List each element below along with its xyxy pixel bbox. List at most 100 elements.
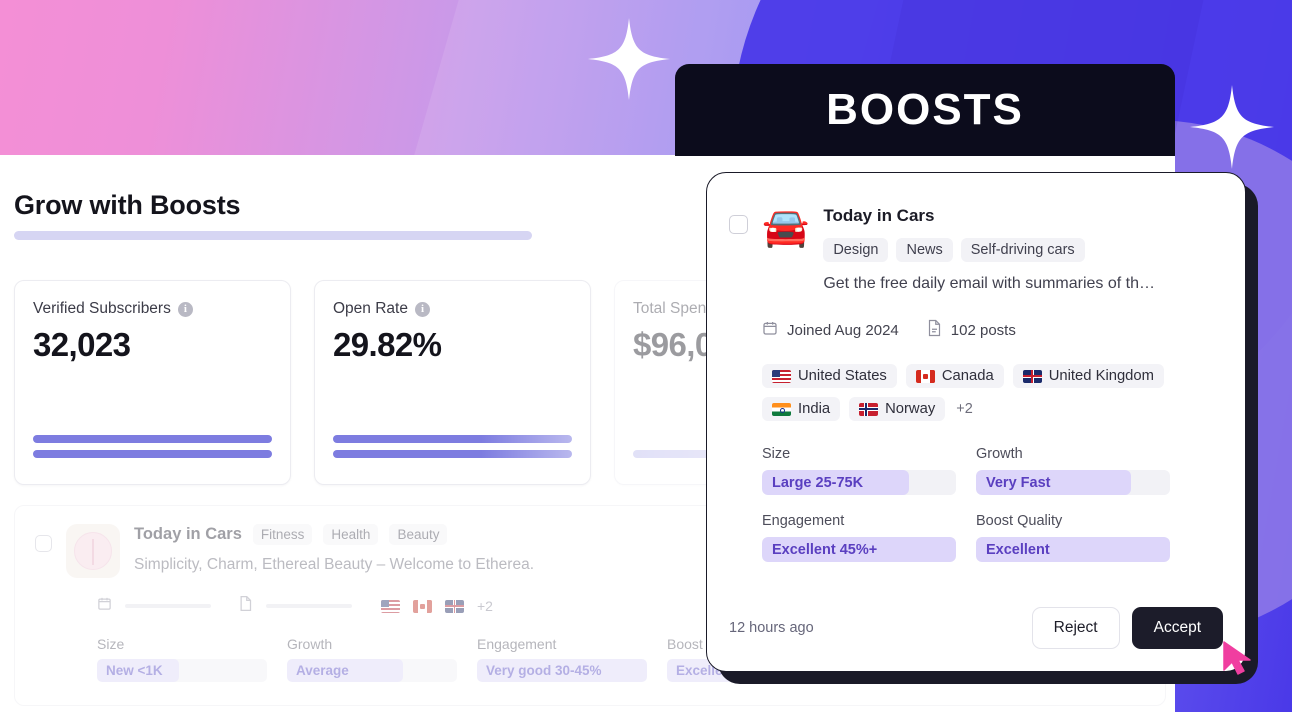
metric-label: Boost Quality	[976, 513, 1063, 529]
stat-value: 29.82%	[333, 326, 442, 363]
stat-label-text: Open Rate	[333, 300, 408, 317]
metric-label: Engagement	[477, 636, 557, 652]
metric-label: Size	[762, 446, 791, 462]
stat-bar	[333, 435, 572, 443]
country-canada: Canada	[905, 364, 1004, 388]
reject-button[interactable]: Reject	[1031, 607, 1120, 649]
metric-track: Excellent	[976, 537, 1170, 562]
modal-select-checkbox[interactable]	[729, 215, 748, 234]
stat-bars	[33, 435, 272, 465]
stat-bar	[333, 450, 572, 458]
post-count: 102 posts	[927, 319, 1016, 341]
metric-label: Size	[97, 636, 125, 652]
modal-footer: 12 hours ago Reject Accept	[729, 607, 1223, 649]
country-united-states: United States	[762, 364, 897, 388]
stat-bar	[33, 450, 272, 458]
document-icon	[927, 319, 942, 341]
metric-value: New <1K	[97, 659, 179, 682]
tag-chip-news[interactable]: News	[896, 238, 953, 262]
info-icon[interactable]: i	[177, 301, 193, 317]
info-icon[interactable]: i	[414, 301, 430, 317]
stat-bars	[333, 435, 572, 465]
modal-publication-name: Today in Cars	[823, 206, 935, 225]
stat-label: Verified Subscribers i	[33, 300, 272, 318]
flag-no-icon	[859, 402, 879, 416]
metric-growth: Growth Average	[287, 636, 477, 682]
metric-engagement: Engagement Very good 30-45%	[477, 636, 667, 682]
flag-us-icon	[381, 599, 400, 613]
country-label: India	[798, 401, 831, 417]
flag-ca-icon	[413, 599, 432, 613]
boost-detail-modal: 🚘 Today in Cars Design News Self-driving…	[706, 172, 1246, 672]
modal-metric-boost-quality: Boost Quality Excellent	[976, 513, 1170, 562]
country-label: Canada	[941, 368, 994, 384]
stat-label-text: Verified Subscribers	[33, 300, 171, 317]
flag-in-icon	[772, 402, 791, 416]
car-emoji-icon: 🚘	[762, 207, 810, 249]
tag-chip-design[interactable]: Design	[823, 238, 889, 262]
modal-meta-row: Joined Aug 2024 102 posts	[762, 319, 1223, 341]
extra-countries-count: +2	[477, 598, 493, 614]
publication-name: Today in Cars	[134, 525, 242, 543]
metric-value: Average	[287, 659, 403, 682]
metric-label: Growth	[287, 636, 333, 652]
country-label: United States	[798, 368, 887, 384]
page-title: Grow with Boosts	[14, 190, 241, 220]
joined-date-text: Joined Aug 2024	[787, 321, 899, 339]
stat-card-open-rate: Open Rate i 29.82%	[314, 280, 591, 485]
metric-value: Excellent	[976, 537, 1170, 562]
calendar-icon	[97, 596, 112, 616]
joined-date: Joined Aug 2024	[762, 320, 899, 340]
modal-country-list: United States Canada United Kingdom Indi…	[762, 364, 1182, 421]
metric-track: Excellent 45%+	[762, 537, 956, 562]
modal-metric-growth: Growth Very Fast	[976, 446, 1170, 495]
country-label: Norway	[885, 401, 936, 417]
stat-label-text: Total Spend	[633, 300, 715, 317]
modal-header: 🚘 Today in Cars Design News Self-driving…	[729, 195, 1223, 293]
document-icon	[238, 595, 253, 617]
modal-metrics-grid: Size Large 25-75K Growth Very Fast Engag…	[762, 446, 1223, 562]
accept-button[interactable]: Accept	[1131, 607, 1223, 649]
title-underline-bar	[14, 231, 532, 240]
metric-size: Size New <1K	[97, 636, 287, 682]
modal-description: Get the free daily email with summaries …	[823, 275, 1156, 292]
post-count-text: 102 posts	[950, 321, 1016, 339]
metric-track: Large 25-75K	[762, 470, 956, 495]
metric-track: Average	[287, 659, 457, 682]
stat-value: 32,023	[33, 326, 131, 363]
screenshot-root: BOOSTS Grow with Boosts Verified Subscri…	[0, 0, 1292, 712]
modal-tag-chips: Design News Self-driving cars	[823, 238, 1223, 262]
metric-label: Engagement	[762, 513, 845, 529]
meta-skeleton	[266, 604, 352, 608]
tag-chip-self-driving-cars[interactable]: Self-driving cars	[960, 238, 1085, 262]
modal-metric-size: Size Large 25-75K	[762, 446, 956, 495]
mouse-cursor-icon	[1222, 640, 1256, 683]
meta-skeleton	[125, 604, 211, 608]
tag-chip[interactable]: Beauty	[389, 524, 448, 545]
metric-track: New <1K	[97, 659, 267, 682]
country-india: India	[762, 397, 841, 421]
boosts-banner-title: BOOSTS	[826, 85, 1024, 134]
modal-action-buttons: Reject Accept	[1031, 607, 1223, 649]
flag-us-icon	[772, 369, 791, 383]
country-united-kingdom: United Kingdom	[1012, 364, 1164, 388]
tag-chip[interactable]: Fitness	[252, 524, 313, 545]
boosts-banner: BOOSTS	[675, 64, 1175, 156]
country-norway: Norway	[849, 397, 946, 421]
metric-value: Large 25-75K	[762, 470, 910, 495]
metric-value: Excellent 45%+	[762, 537, 956, 562]
tag-chip[interactable]: Health	[323, 524, 379, 545]
flag-uk-icon	[1022, 369, 1042, 383]
metric-value: Very good 30-45%	[477, 659, 647, 682]
metric-track: Very good 30-45%	[477, 659, 647, 682]
modal-timestamp: 12 hours ago	[729, 620, 814, 636]
metric-label: Growth	[976, 446, 1023, 462]
modal-metric-engagement: Engagement Excellent 45%+	[762, 513, 956, 562]
flag-ca-icon	[915, 369, 935, 383]
avatar	[66, 524, 120, 578]
metric-value: Very Fast	[976, 470, 1132, 495]
country-label: United Kingdom	[1048, 368, 1154, 384]
stat-label: Open Rate i	[333, 300, 572, 318]
row-select-checkbox[interactable]	[35, 535, 52, 552]
stat-card-verified-subscribers: Verified Subscribers i 32,023	[14, 280, 291, 485]
